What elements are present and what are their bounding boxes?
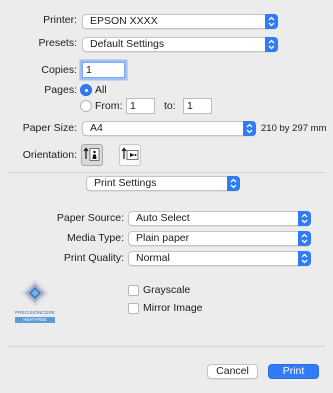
presets-popup[interactable]: Default Settings [82,37,278,52]
paper-source-label: Paper Source: [56,212,124,224]
updown-arrows-icon [243,121,256,136]
updown-arrows-icon [227,176,240,191]
updown-arrows-icon [298,231,311,246]
grayscale-checkbox[interactable] [128,285,139,296]
print-quality-label: Print Quality: [63,252,124,264]
orientation-portrait-button[interactable] [81,144,103,166]
paper-source-value: Auto Select [136,212,190,224]
updown-arrows-icon [265,14,278,29]
media-type-value: Plain paper [136,232,190,244]
pages-all-label: All [95,84,107,96]
presets-label: Presets: [38,37,77,49]
paper-size-value: A4 [90,122,103,134]
presets-value: Default Settings [90,38,165,50]
paper-size-label: Paper Size: [22,122,77,134]
portrait-icon [83,147,100,161]
copies-label: Copies: [41,64,77,76]
print-quality-popup[interactable]: Normal [128,251,311,266]
logo-line1: PRECISIONCORE [15,310,55,315]
copies-field[interactable]: 1 [82,62,125,78]
separator [8,346,325,347]
pages-from-label: From: [95,100,123,112]
paper-size-dimensions: 210 by 297 mm [261,123,327,134]
section-menu-value: Print Settings [94,177,157,189]
printer-popup[interactable]: EPSON XXXX [82,14,278,29]
updown-arrows-icon [265,37,278,52]
updown-arrows-icon [298,251,311,266]
print-button[interactable]: Print [268,364,319,379]
precisioncore-logo: PRECISIONCORE HEAT-FREE [12,278,58,328]
print-quality-value: Normal [136,252,170,264]
paper-size-popup[interactable]: A4 [82,121,256,136]
mirror-image-label: Mirror Image [143,302,203,314]
logo-line2: HEAT-FREE [15,317,55,323]
updown-arrows-icon [298,211,311,226]
pages-all-radio[interactable] [80,84,92,96]
paper-source-popup[interactable]: Auto Select [128,211,311,226]
orientation-landscape-button[interactable] [119,144,141,166]
diamond-logo-icon [21,279,49,307]
pages-to-field[interactable]: 1 [183,98,212,114]
pages-range-radio[interactable] [80,100,92,112]
separator [8,172,325,173]
grayscale-label: Grayscale [143,284,191,296]
printer-label: Printer: [43,14,77,26]
mirror-image-checkbox[interactable] [128,303,139,314]
pages-to-label: to: [164,100,176,112]
landscape-icon [121,147,139,160]
media-type-label: Media Type: [66,232,124,244]
pages-from-field[interactable]: 1 [126,98,155,114]
cancel-button[interactable]: Cancel [207,364,258,379]
section-menu-popup[interactable]: Print Settings [86,176,240,191]
orientation-label: Orientation: [22,149,77,161]
pages-label: Pages: [44,84,77,96]
printer-value: EPSON XXXX [90,15,158,27]
media-type-popup[interactable]: Plain paper [128,231,311,246]
